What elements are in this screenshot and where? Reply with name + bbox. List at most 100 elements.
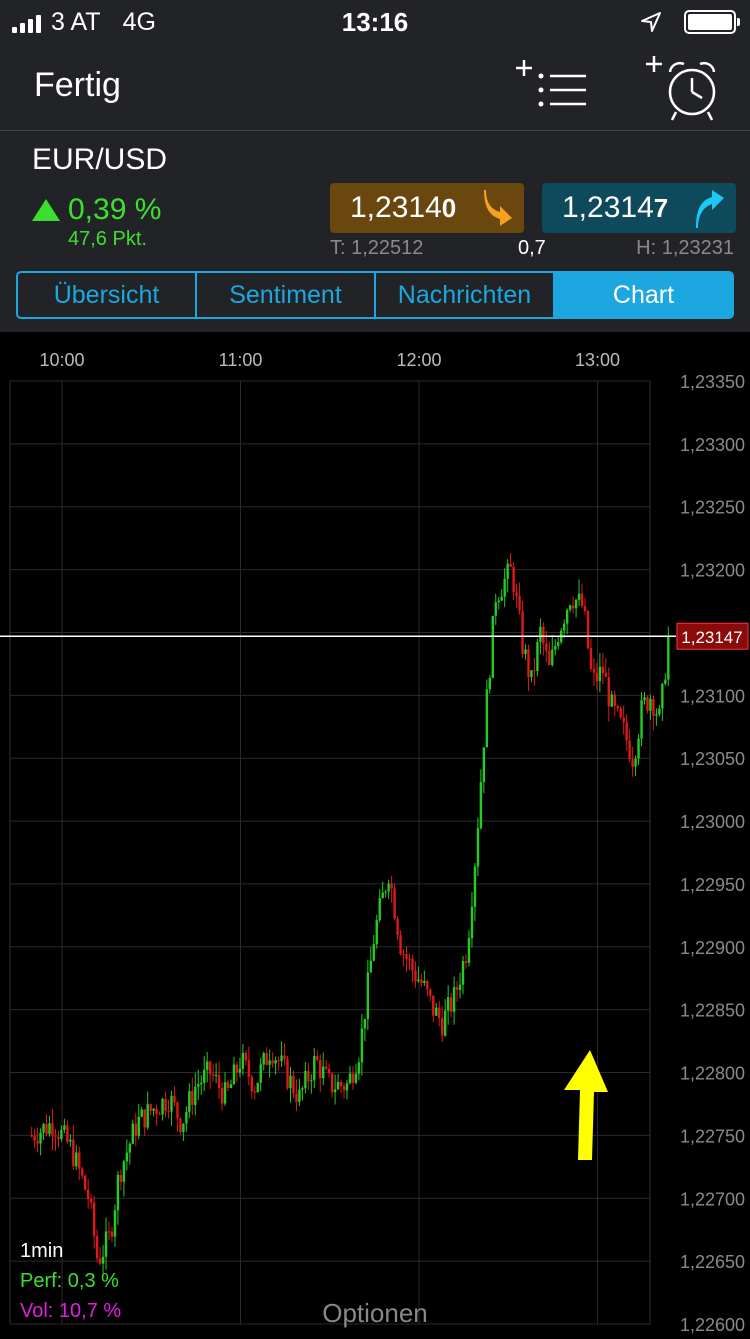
- tab-news[interactable]: Nachrichten: [376, 273, 555, 317]
- candle-body: [116, 1174, 120, 1211]
- candle-body: [631, 759, 634, 767]
- y-tick-label: 1,22800: [680, 1064, 745, 1084]
- tab-overview[interactable]: Übersicht: [18, 273, 197, 317]
- candle-body: [387, 883, 390, 892]
- add-to-list-icon[interactable]: [512, 52, 592, 122]
- candle-body: [586, 611, 590, 649]
- candle-body: [461, 961, 465, 985]
- yellow-arrow-annotation: [564, 1050, 608, 1160]
- y-tick-label: 1,22900: [680, 938, 745, 958]
- candle-body: [509, 563, 512, 567]
- candle-body: [554, 645, 557, 650]
- candle-body: [408, 958, 411, 960]
- candle-body: [339, 1081, 343, 1087]
- y-tick-label: 1,23200: [680, 561, 745, 581]
- candle-body: [467, 938, 471, 963]
- candle-body: [524, 649, 527, 655]
- candle-body: [173, 1095, 176, 1103]
- candle-body: [45, 1124, 48, 1134]
- candle-body: [455, 987, 459, 990]
- candle-body: [274, 1060, 277, 1064]
- candle-body: [625, 722, 628, 741]
- candle-body: [232, 1064, 236, 1085]
- candle-body: [521, 611, 524, 655]
- candle-body: [289, 1075, 292, 1089]
- candle-body: [313, 1056, 316, 1081]
- candle-body: [295, 1093, 298, 1102]
- candle-body: [304, 1070, 307, 1089]
- candle-body: [78, 1152, 81, 1169]
- candle-body: [432, 995, 435, 1016]
- candle-body: [301, 1088, 304, 1090]
- candle-body: [661, 683, 664, 709]
- candle-body: [229, 1084, 233, 1089]
- candle-body: [562, 623, 566, 631]
- candle-body: [348, 1073, 352, 1084]
- candle-body: [223, 1082, 227, 1104]
- candle-body: [649, 698, 652, 711]
- candle-body: [107, 1231, 111, 1233]
- candle-body: [494, 602, 497, 616]
- candle-body: [604, 673, 608, 678]
- candle-body: [119, 1174, 123, 1182]
- candle-body: [568, 605, 572, 610]
- candle-body: [125, 1152, 129, 1162]
- candle-body: [146, 1104, 149, 1128]
- candle-body: [110, 1231, 114, 1237]
- bid-price: 1,2314: [350, 191, 442, 224]
- candle-body: [101, 1256, 105, 1264]
- candle-body: [211, 1074, 215, 1076]
- candle-body: [170, 1095, 173, 1112]
- candle-body: [565, 609, 569, 624]
- add-alarm-icon[interactable]: [640, 52, 726, 128]
- candle-body: [652, 698, 655, 716]
- x-tick-label: 13:00: [575, 350, 620, 370]
- candle-body: [298, 1089, 301, 1102]
- candle-body: [470, 906, 474, 939]
- candle-body: [571, 605, 575, 609]
- battery-icon: [684, 10, 740, 34]
- candle-body: [589, 648, 593, 669]
- candlestick-chart[interactable]: 1,233501,233001,232501,232001,231501,231…: [0, 332, 750, 1335]
- navigation-bar: Fertig: [0, 42, 750, 131]
- candle-body: [378, 898, 381, 921]
- y-tick-label: 1,22650: [680, 1252, 745, 1272]
- candle-body: [113, 1210, 117, 1237]
- done-button[interactable]: Fertig: [34, 66, 121, 105]
- ask-price-pip: 7: [653, 193, 669, 223]
- plot-frame: [9, 380, 651, 1325]
- candle-body: [48, 1123, 51, 1134]
- candle-body: [208, 1061, 212, 1075]
- candle-body: [360, 1028, 364, 1063]
- interval-label[interactable]: 1min: [20, 1240, 63, 1263]
- candle-body: [250, 1076, 254, 1092]
- tab-chart[interactable]: Chart: [555, 273, 732, 317]
- candle-body: [42, 1124, 45, 1133]
- candle-body: [197, 1084, 200, 1087]
- buy-price-button[interactable]: 1,23147: [542, 183, 736, 233]
- candle-body: [446, 997, 450, 1011]
- candle-body: [545, 643, 548, 651]
- candle-body: [390, 883, 393, 889]
- candle-body: [203, 1069, 206, 1083]
- options-button[interactable]: Optionen: [0, 1298, 750, 1329]
- tab-sentiment[interactable]: Sentiment: [197, 273, 376, 317]
- candle-body: [420, 979, 423, 983]
- candle-body: [247, 1060, 251, 1077]
- candle-body: [464, 961, 468, 963]
- candle-body: [476, 828, 480, 867]
- chart-area[interactable]: 1,233501,233001,232501,232001,231501,231…: [0, 332, 750, 1335]
- candle-body: [185, 1111, 188, 1124]
- sell-price-button[interactable]: 1,23140: [330, 183, 524, 233]
- x-tick-label: 12:00: [396, 350, 441, 370]
- candle-body: [438, 1007, 441, 1019]
- candle-body: [667, 636, 670, 680]
- candle-body: [179, 1118, 182, 1132]
- candle-body: [435, 1007, 438, 1016]
- candle-body: [640, 700, 643, 739]
- candle-body: [381, 892, 384, 899]
- candle-body: [324, 1066, 328, 1069]
- candle-body: [176, 1102, 179, 1119]
- candle-body: [310, 1080, 313, 1082]
- candle-body: [292, 1075, 295, 1094]
